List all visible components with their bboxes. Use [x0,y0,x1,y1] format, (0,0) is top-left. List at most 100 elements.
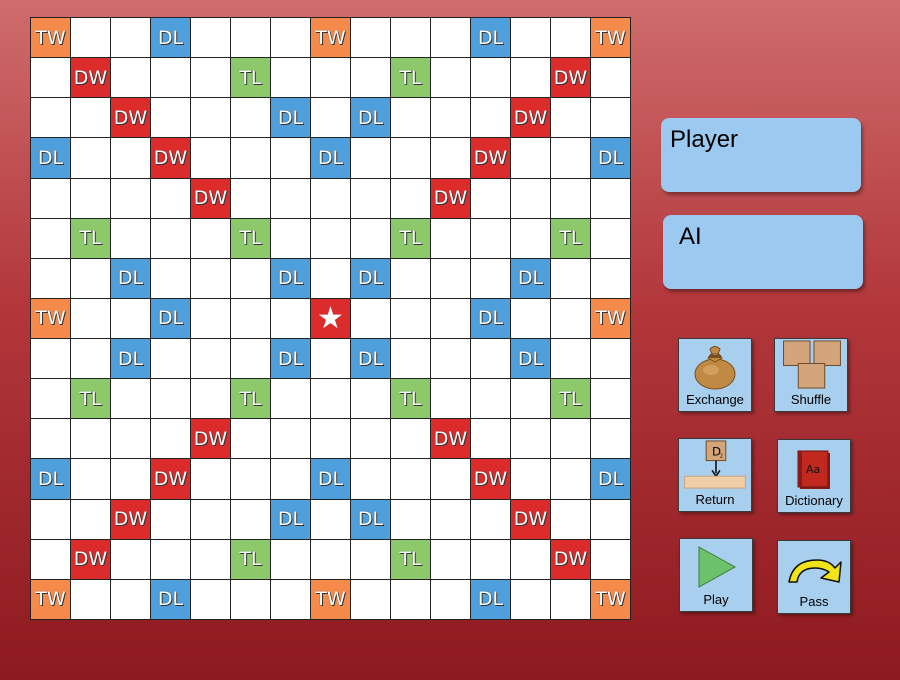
board-square[interactable] [271,18,310,58]
board-square[interactable] [151,499,190,539]
board-square[interactable] [431,379,470,419]
board-square[interactable] [151,539,190,579]
board-square[interactable] [391,339,430,379]
board-square[interactable] [471,218,510,258]
premium-square-dl[interactable]: DL [511,258,550,298]
board-square[interactable] [511,298,550,339]
premium-square-dw[interactable]: DW [191,419,230,459]
board-square[interactable] [151,339,190,379]
board-square[interactable] [391,499,430,539]
board-square[interactable] [311,218,350,258]
board-square[interactable] [31,419,70,459]
premium-square-tl[interactable]: TL [231,58,270,98]
board-square[interactable] [271,459,310,499]
board-square[interactable] [431,138,470,178]
board-square[interactable] [431,98,470,138]
board-square[interactable] [471,499,510,539]
board-square[interactable] [71,459,110,499]
board-square[interactable] [271,298,310,339]
board-square[interactable] [431,298,470,339]
board-square[interactable] [111,379,150,419]
board-square[interactable] [551,258,590,298]
premium-square-dw[interactable]: DW [551,58,590,98]
board-square[interactable] [71,138,110,178]
board-square[interactable] [351,539,390,579]
premium-square-dw[interactable]: DW [191,178,230,218]
premium-square-dl[interactable]: DL [111,258,150,298]
board-square[interactable] [471,419,510,459]
board-square[interactable] [591,178,630,218]
premium-square-dw[interactable]: DW [511,499,550,539]
premium-square-dw[interactable]: DW [151,138,190,178]
board-square[interactable] [351,138,390,178]
board-square[interactable] [351,379,390,419]
board-square[interactable] [111,218,150,258]
board-square[interactable] [511,218,550,258]
premium-square-tl[interactable]: TL [551,218,590,258]
board-square[interactable] [551,579,590,619]
board-square[interactable] [591,258,630,298]
premium-square-dl[interactable]: DL [311,459,350,499]
board-square[interactable] [271,379,310,419]
board-square[interactable] [191,218,230,258]
board-square[interactable] [391,459,430,499]
board-square[interactable] [71,258,110,298]
board-square[interactable] [31,58,70,98]
premium-square-tl[interactable]: TL [391,58,430,98]
board-square[interactable] [471,58,510,98]
premium-square-dl[interactable]: DL [471,18,510,58]
board-square[interactable] [591,539,630,579]
board-square[interactable] [591,379,630,419]
board-square[interactable] [231,138,270,178]
board-square[interactable] [71,499,110,539]
board-square[interactable] [431,58,470,98]
board-square[interactable] [191,298,230,339]
board-square[interactable] [471,98,510,138]
board-square[interactable] [151,98,190,138]
board-square[interactable] [31,258,70,298]
board-square[interactable] [511,539,550,579]
premium-square-dl[interactable]: DL [471,579,510,619]
board-square[interactable] [551,138,590,178]
board-square[interactable] [191,579,230,619]
premium-square-tl[interactable]: TL [391,218,430,258]
board-square[interactable] [151,419,190,459]
premium-square-dl[interactable]: DL [271,258,310,298]
board-square[interactable] [591,419,630,459]
board-square[interactable] [271,539,310,579]
board-square[interactable] [551,339,590,379]
board-square[interactable] [191,339,230,379]
board-square[interactable] [351,298,390,339]
board-square[interactable] [151,258,190,298]
board-square[interactable] [31,539,70,579]
board-square[interactable] [551,459,590,499]
board-square[interactable] [511,379,550,419]
board-square[interactable] [551,178,590,218]
premium-square-dl[interactable]: DL [151,579,190,619]
premium-square-dw[interactable]: DW [471,138,510,178]
board-square[interactable] [151,379,190,419]
play-button[interactable]: Play [679,538,753,612]
premium-square-tl[interactable]: TL [391,539,430,579]
board-square[interactable] [71,419,110,459]
premium-square-tw[interactable]: TW [591,298,630,339]
dictionary-button[interactable]: Aa Dictionary [777,439,851,513]
board-square[interactable] [271,579,310,619]
board-square[interactable] [471,539,510,579]
board-square[interactable] [551,298,590,339]
premium-square-tw[interactable]: TW [31,298,70,339]
board-square[interactable] [391,98,430,138]
board-square[interactable] [391,18,430,58]
board-square[interactable] [31,98,70,138]
board-square[interactable] [111,539,150,579]
board-square[interactable] [351,58,390,98]
board-square[interactable] [111,459,150,499]
board-square[interactable] [351,178,390,218]
premium-square-dl[interactable]: DL [351,499,390,539]
premium-square-dw[interactable]: DW [471,459,510,499]
board-square[interactable] [591,58,630,98]
board-square[interactable] [111,579,150,619]
board-square[interactable] [311,98,350,138]
board-square[interactable] [71,178,110,218]
premium-square-tl[interactable]: TL [71,218,110,258]
